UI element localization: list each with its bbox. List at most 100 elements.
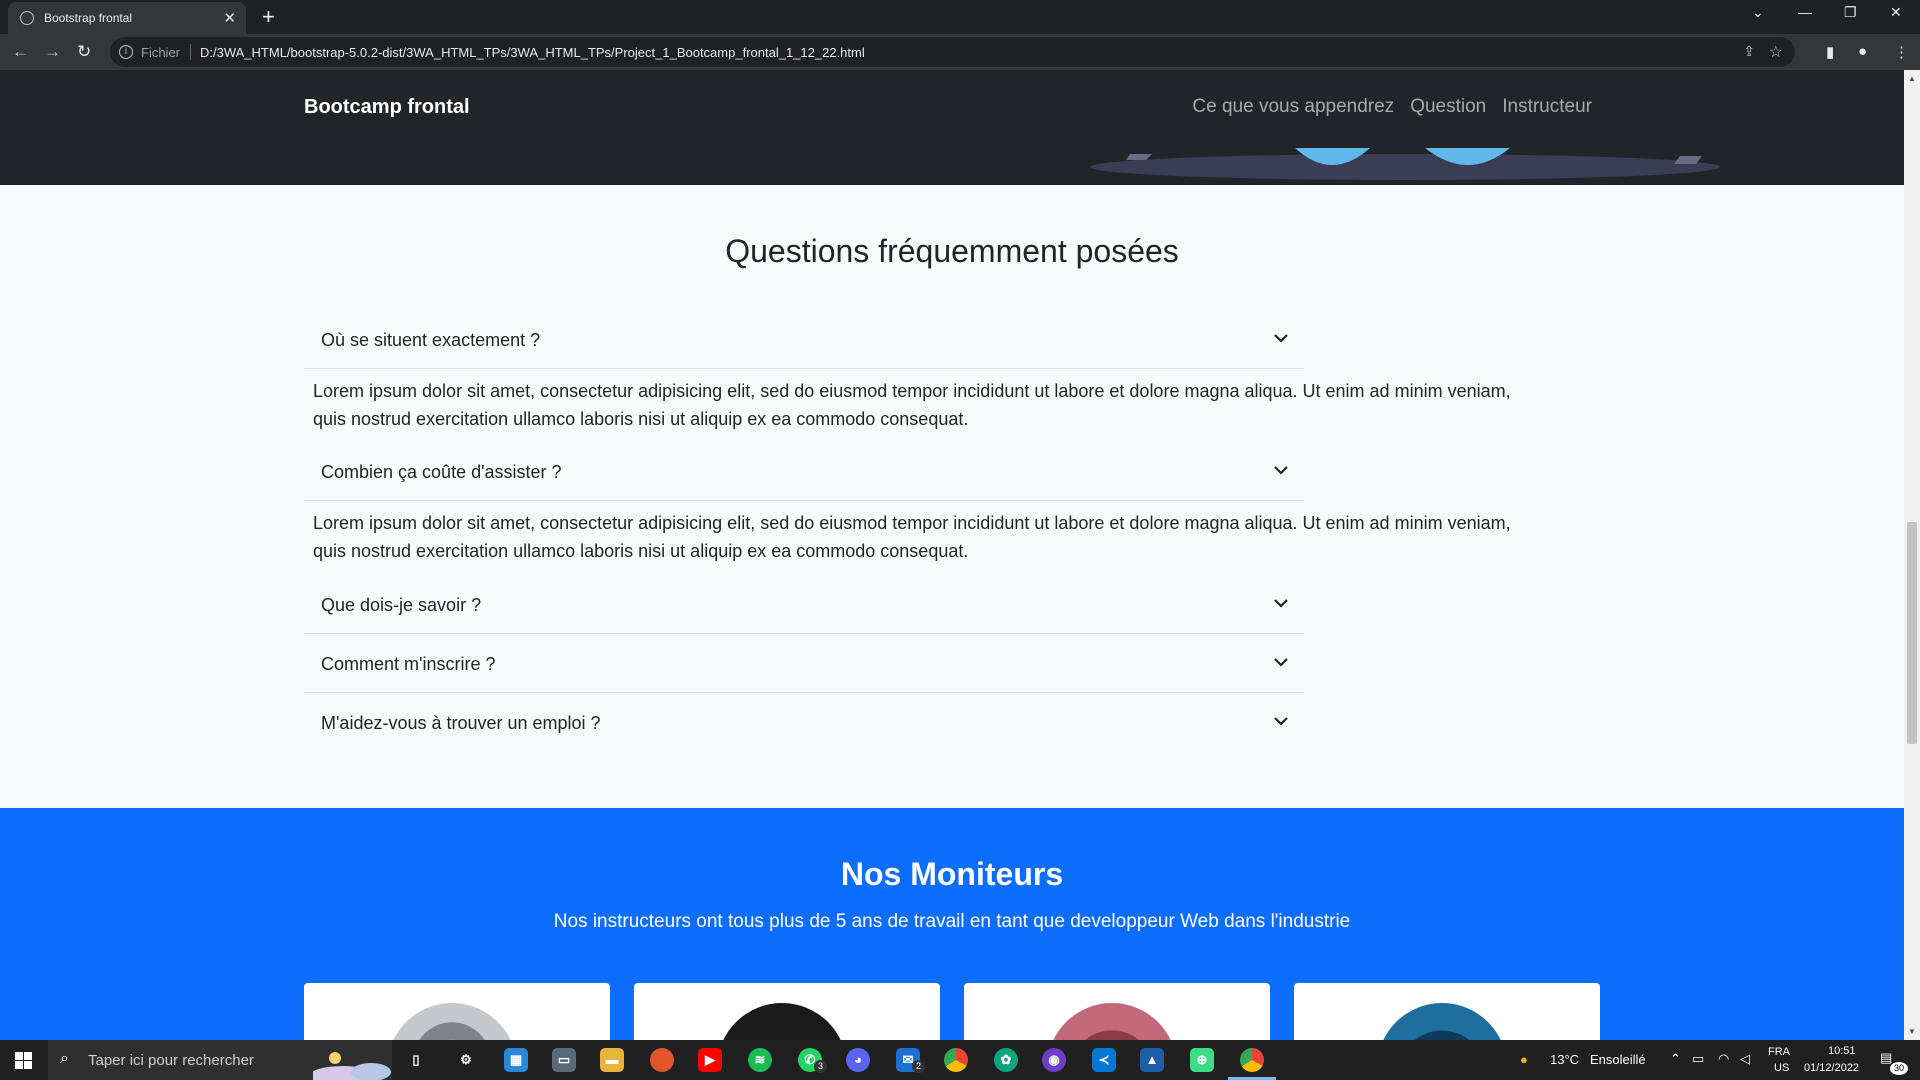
chevron-down-icon[interactable] [1273, 330, 1289, 346]
whatsapp-badge: 3 [814, 1060, 827, 1073]
nav-link-learn[interactable]: Ce que vous appendrez [1192, 96, 1394, 118]
discord-icon[interactable]: ◕ [846, 1048, 870, 1072]
back-button[interactable]: ← [12, 42, 29, 62]
new-tab-button[interactable]: + [262, 4, 275, 30]
faq-title: Questions fréquemment posées [725, 233, 1179, 269]
photo-editor-icon[interactable]: ▲ [1140, 1048, 1164, 1072]
file-explorer-icon[interactable]: ▬ [600, 1048, 624, 1072]
site-brand[interactable]: Bootcamp frontal [304, 96, 470, 119]
search-highlight-art [313, 1052, 391, 1080]
chevron-down-icon[interactable] [1273, 713, 1289, 729]
faq-question[interactable]: Combien ça coûte d'assister ? [321, 462, 562, 483]
chatgpt-icon[interactable]: ✿ [994, 1048, 1018, 1072]
github-icon[interactable]: ◉ [1042, 1048, 1066, 1072]
search-icon: ⌕ [60, 1050, 69, 1067]
notification-count: 30 [1890, 1062, 1908, 1075]
tab-title: Bootstrap frontal [44, 11, 133, 25]
settings-icon[interactable]: ⚙ [454, 1048, 478, 1072]
mail-badge: 2 [912, 1060, 925, 1073]
language-code[interactable]: FRA [1768, 1046, 1790, 1058]
faq-question[interactable]: Comment m'inscrire ? [321, 654, 495, 675]
site-navbar: Bootcamp frontal Ce que vous appendrez Q… [0, 70, 1904, 185]
chevron-down-icon[interactable] [1273, 595, 1289, 611]
info-icon[interactable]: i [119, 45, 133, 59]
search-placeholder: Taper ici pour rechercher [88, 1052, 254, 1069]
accordion-header[interactable]: Que dois-je savoir ? [304, 575, 1304, 634]
instructors-title: Nos Moniteurs [840, 856, 1064, 892]
taskbar-search[interactable]: ⌕ Taper ici pour rechercher [48, 1040, 392, 1080]
faq-answer: Lorem ipsum dolor sit amet, consectetur … [313, 513, 1511, 561]
chevron-down-icon[interactable] [1273, 462, 1289, 478]
instructor-card [304, 983, 610, 1040]
chrome-icon[interactable] [944, 1048, 968, 1072]
avatar [1047, 1003, 1177, 1040]
weather-sun-icon: ● [1520, 1052, 1528, 1067]
scroll-up-arrow-icon[interactable]: ▲ [1908, 74, 1916, 83]
faq-question[interactable]: Que dois-je savoir ? [321, 595, 481, 616]
tab-search-icon[interactable]: ⌄ [1752, 4, 1764, 21]
instructors-subtitle: Nos instructeurs ont tous plus de 5 ans … [553, 911, 1351, 932]
battery-icon[interactable]: ▭ [1692, 1051, 1704, 1067]
android-tool-icon[interactable]: ⊕ [1190, 1048, 1214, 1072]
scroll-down-arrow-icon[interactable]: ▼ [1908, 1027, 1916, 1036]
browser-toolbar: ← → ↻ i Fichier D:/3WA_HTML/bootstrap-5.… [0, 34, 1920, 70]
faq-section: Questions fréquemment posées Où se situe… [0, 185, 1904, 808]
browser-tabstrip: Bootstrap frontal ✕ + ⌄ — ❐ ✕ [0, 0, 1920, 34]
avatar [1377, 1003, 1507, 1040]
clock-date[interactable]: 01/12/2022 [1804, 1062, 1859, 1074]
accordion-item: Combien ça coûte d'assister ? [304, 442, 1304, 501]
tray-overflow-icon[interactable]: ⌃ [1670, 1051, 1681, 1067]
store-icon[interactable]: ▦ [504, 1048, 528, 1072]
accordion-header[interactable]: Où se situent exactement ? [304, 310, 1304, 369]
nav-link-question[interactable]: Question [1410, 96, 1486, 118]
accordion-list: Que dois-je savoir ? Comment m'inscrire … [304, 575, 1304, 752]
chrome-active-icon[interactable] [1240, 1048, 1264, 1072]
weather-temp[interactable]: 13°C [1550, 1052, 1579, 1067]
menu-icon[interactable]: ⋮ [1894, 43, 1909, 61]
address-divider [190, 44, 191, 60]
scroll-thumb[interactable] [1907, 522, 1917, 744]
globe-icon [20, 11, 34, 25]
faq-question[interactable]: Où se situent exactement ? [321, 330, 540, 351]
maximize-button[interactable]: ❐ [1844, 4, 1857, 21]
forward-button[interactable]: → [44, 42, 61, 62]
instructor-card [634, 983, 940, 1040]
accordion-header[interactable]: Combien ça coûte d'assister ? [304, 442, 1304, 501]
accordion-item: Où se situent exactement ? [304, 310, 1304, 369]
task-view-icon[interactable]: ▯ [404, 1048, 428, 1072]
hero-illustration [1090, 148, 1720, 180]
close-tab-icon[interactable]: ✕ [223, 9, 236, 27]
address-bar[interactable]: i Fichier D:/3WA_HTML/bootstrap-5.0.2-di… [110, 37, 1795, 67]
side-panel-icon[interactable]: ▮ [1826, 43, 1834, 61]
firefox-icon[interactable] [650, 1048, 674, 1072]
avatar [717, 1003, 847, 1040]
faq-question[interactable]: M'aidez-vous à trouver un emploi ? [321, 713, 601, 734]
share-icon[interactable]: ⇪ [1743, 43, 1755, 60]
accordion-header[interactable]: Comment m'inscrire ? [304, 634, 1304, 693]
photos-icon[interactable]: ▭ [552, 1048, 576, 1072]
vscode-icon[interactable]: ≺ [1092, 1048, 1116, 1072]
spotify-icon[interactable]: ≋ [748, 1048, 772, 1072]
volume-icon[interactable]: ◁ [1740, 1051, 1750, 1067]
chevron-down-icon[interactable] [1273, 654, 1289, 670]
reload-button[interactable]: ↻ [77, 42, 91, 62]
instructors-section: Nos Moniteurs Nos instructeurs ont tous … [0, 808, 1904, 1040]
region-code[interactable]: US [1774, 1062, 1789, 1074]
browser-tab[interactable]: Bootstrap frontal ✕ [8, 2, 246, 34]
minimize-button[interactable]: — [1798, 4, 1812, 20]
clock-time[interactable]: 10:51 [1828, 1045, 1856, 1057]
url-text[interactable]: D:/3WA_HTML/bootstrap-5.0.2-dist/3WA_HTM… [200, 45, 865, 60]
nav-link-instructor[interactable]: Instructeur [1502, 96, 1592, 118]
notification-icon[interactable]: ▤ [1880, 1050, 1892, 1066]
youtube-icon[interactable]: ▶ [698, 1048, 722, 1072]
windows-start-icon[interactable] [15, 1052, 32, 1069]
weather-condition[interactable]: Ensoleillé [1590, 1052, 1646, 1067]
page-scrollbar[interactable]: ▲ ▼ [1904, 70, 1920, 1040]
windows-taskbar: ⌕ Taper ici pour rechercher ▯ ⚙ ▦ ▭ ▬ ▶ … [0, 1040, 1920, 1080]
close-window-button[interactable]: ✕ [1890, 4, 1902, 21]
accordion-header[interactable]: M'aidez-vous à trouver un emploi ? [304, 693, 1304, 752]
wifi-icon[interactable]: ◠ [1718, 1051, 1729, 1067]
bookmark-star-icon[interactable]: ☆ [1769, 42, 1783, 62]
nav-links: Ce que vous appendrez Question Instructe… [1192, 96, 1592, 118]
profile-icon[interactable]: ● [1858, 43, 1867, 60]
